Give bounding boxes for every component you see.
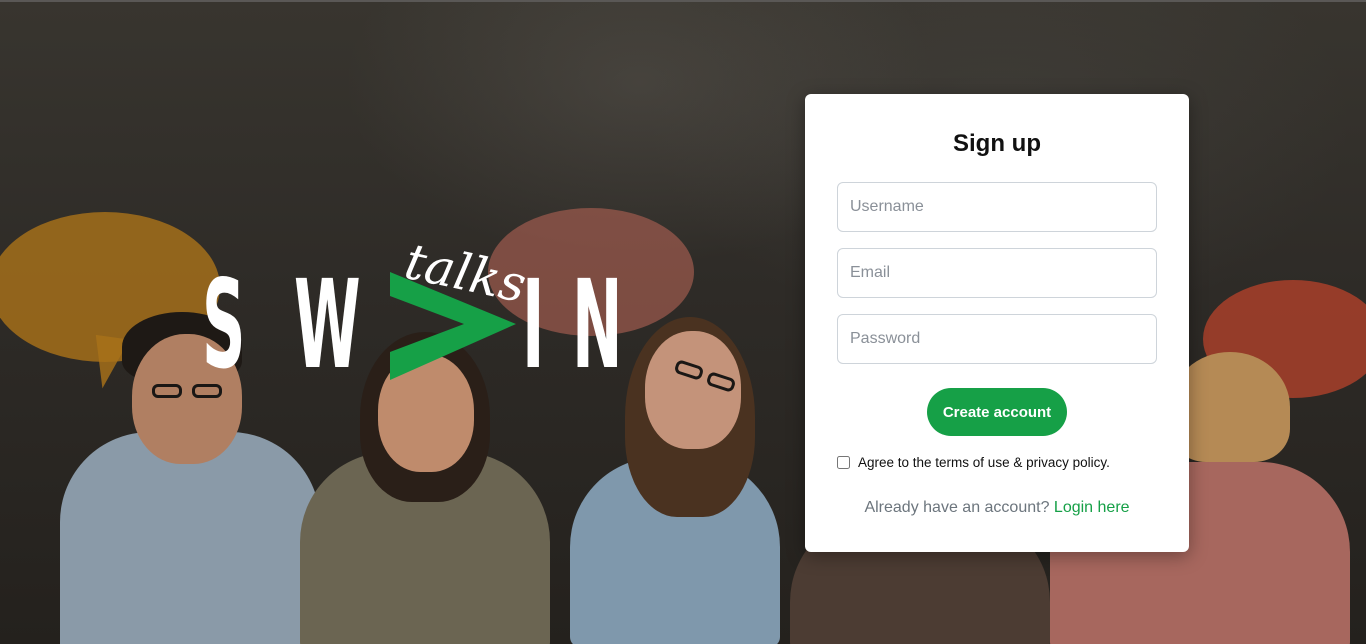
signup-title: Sign up — [953, 130, 1041, 157]
login-prompt: Already have an account? — [864, 499, 1050, 516]
login-prompt-row: Already have an account? Login here — [805, 499, 1189, 517]
password-input[interactable] — [837, 314, 1157, 364]
create-account-button[interactable]: Create account — [927, 388, 1067, 436]
logo-letter-w: W — [294, 254, 361, 396]
login-link[interactable]: Login here — [1054, 499, 1130, 516]
username-input[interactable] — [837, 182, 1157, 232]
terms-row[interactable]: Agree to the terms of use & privacy poli… — [837, 452, 1110, 472]
logo-letter-s: S — [202, 254, 246, 396]
email-input[interactable] — [837, 248, 1157, 298]
terms-label: Agree to the terms of use & privacy poli… — [858, 454, 1110, 470]
logo-letter-n: N — [572, 254, 623, 396]
signup-card: Sign up Create account Agree to the term… — [805, 94, 1189, 552]
terms-checkbox[interactable] — [837, 455, 850, 469]
swin-talks-logo: S W I N talks — [200, 232, 650, 392]
